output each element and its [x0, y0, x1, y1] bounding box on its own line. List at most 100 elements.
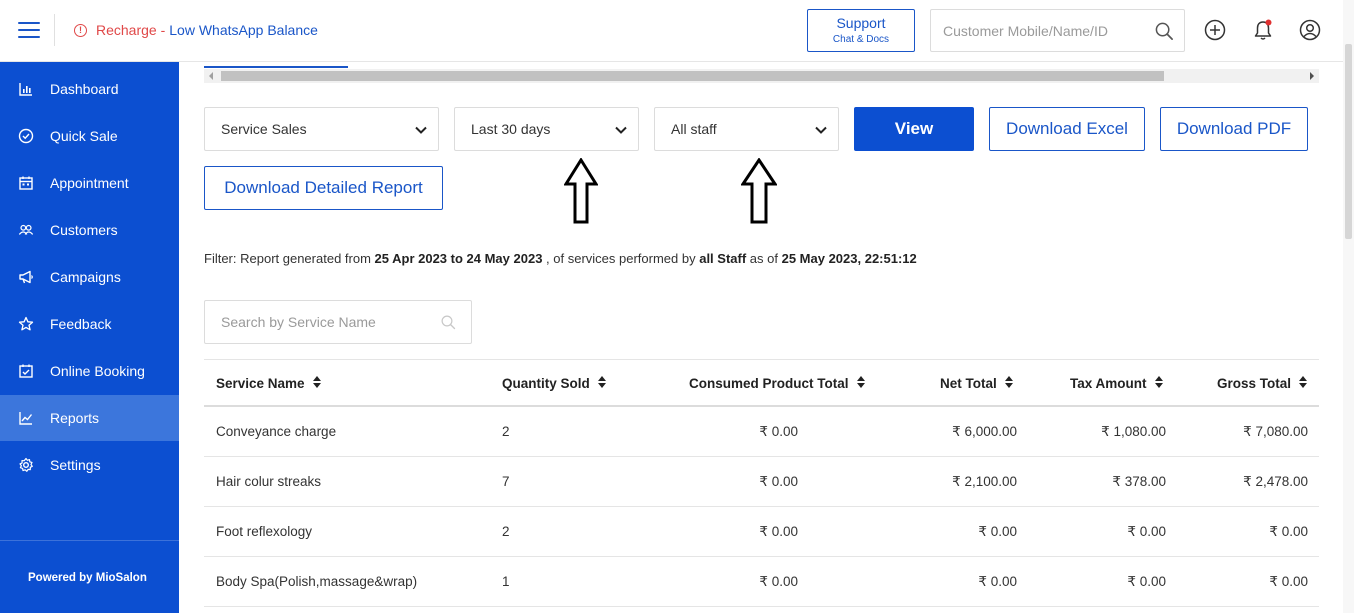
period-select[interactable]: Last 30 days	[454, 107, 639, 151]
sidebar-item-settings[interactable]: Settings	[0, 442, 179, 488]
staff-select[interactable]: All staff	[654, 107, 839, 151]
divider	[54, 14, 55, 46]
table-header: Service Name Quantity Sold Consumed Prod…	[204, 359, 1319, 407]
line-chart-icon	[18, 410, 34, 426]
bell-icon[interactable]	[1252, 19, 1274, 41]
sidebar-item-campaigns[interactable]: Campaigns	[0, 254, 179, 300]
support-sublabel: Chat & Docs	[832, 34, 890, 45]
chevron-down-icon	[614, 123, 628, 140]
sidebar-item-label: Feedback	[50, 316, 112, 332]
menu-icon[interactable]	[18, 22, 40, 40]
filter-prefix: Filter: Report generated from	[204, 251, 375, 266]
sort-icon[interactable]	[1299, 376, 1308, 391]
table-row: Conveyance charge 2 ₹ 0.00 ₹ 6,000.00 ₹ …	[204, 407, 1319, 457]
download-excel-button[interactable]: Download Excel	[989, 107, 1145, 151]
cell-consumed-product-total: ₹ 0.00	[759, 474, 798, 489]
arrow-up-icon	[564, 158, 598, 224]
sidebar-item-label: Reports	[50, 410, 100, 426]
download-pdf-button[interactable]: Download PDF	[1160, 107, 1308, 151]
search-icon[interactable]	[441, 315, 456, 335]
column-header-consumed-product-total[interactable]: Consumed Product Total	[689, 376, 865, 391]
sidebar-item-customers[interactable]: Customers	[0, 207, 179, 253]
cell-tax-amount: ₹ 0.00	[1127, 524, 1166, 539]
sidebar-item-label: Appointment	[50, 175, 129, 191]
service-search-input[interactable]	[205, 301, 425, 343]
cell-tax-amount: ₹ 0.00	[1127, 574, 1166, 589]
filter-middle: , of services performed by	[542, 251, 700, 266]
whatsapp-balance-alert[interactable]: ! Recharge - Low WhatsApp Balance	[74, 22, 318, 38]
cell-gross-total: ₹ 0.00	[1269, 574, 1308, 589]
view-button[interactable]: View	[854, 107, 974, 151]
chevron-down-icon	[814, 123, 828, 140]
sort-icon[interactable]	[1154, 376, 1163, 391]
cell-service-name: Body Spa(Polish,massage&wrap)	[216, 574, 418, 589]
sidebar-item-quick-sale[interactable]: Quick Sale	[0, 113, 179, 159]
column-label: Quantity Sold	[502, 376, 590, 391]
sidebar-item-label: Campaigns	[50, 269, 121, 285]
support-button[interactable]: Support Chat & Docs	[807, 9, 915, 52]
sidebar-item-appointment[interactable]: Appointment	[0, 160, 179, 206]
cell-quantity-sold: 1	[502, 574, 510, 589]
alert-link[interactable]: Low WhatsApp Balance	[169, 22, 318, 38]
search-icon[interactable]	[1155, 22, 1174, 46]
top-bar: ! Recharge - Low WhatsApp Balance Suppor…	[0, 0, 1354, 62]
report-main: Service Sales Last 30 days All staff Vie…	[179, 62, 1354, 613]
column-label: Service Name	[216, 376, 305, 391]
scroll-right-icon[interactable]	[1310, 72, 1314, 80]
cell-service-name: Hair colur streaks	[216, 474, 322, 489]
cell-quantity-sold: 7	[502, 474, 510, 489]
cell-gross-total: ₹ 7,080.00	[1243, 424, 1308, 439]
sidebar-item-dashboard[interactable]: Dashboard	[0, 66, 179, 112]
scrollbar-thumb[interactable]	[221, 71, 1164, 81]
divider	[0, 540, 179, 541]
users-icon	[18, 222, 34, 238]
customer-search-input[interactable]	[931, 10, 1141, 51]
gear-icon	[18, 457, 34, 473]
cell-net-total: ₹ 6,000.00	[952, 424, 1017, 439]
filter-timestamp: 25 May 2023, 22:51:12	[781, 251, 917, 266]
sort-icon[interactable]	[1004, 376, 1013, 391]
table-row: Body Spa(Polish,massage&wrap) 1 ₹ 0.00 ₹…	[204, 557, 1319, 607]
sidebar-item-online-booking[interactable]: Online Booking	[0, 348, 179, 394]
sidebar-item-reports[interactable]: Reports	[0, 395, 179, 441]
alert-prefix: Recharge -	[96, 22, 166, 38]
user-icon[interactable]	[1299, 19, 1321, 41]
sort-icon[interactable]	[312, 376, 321, 391]
column-header-quantity-sold[interactable]: Quantity Sold	[502, 376, 606, 391]
sort-icon[interactable]	[597, 376, 606, 391]
sidebar-item-feedback[interactable]: Feedback	[0, 301, 179, 347]
cell-net-total: ₹ 0.00	[978, 574, 1017, 589]
calendar-icon	[18, 175, 34, 191]
cell-gross-total: ₹ 2,478.00	[1243, 474, 1308, 489]
scroll-left-icon[interactable]	[209, 72, 213, 80]
cell-gross-total: ₹ 0.00	[1269, 524, 1308, 539]
column-header-net-total[interactable]: Net Total	[940, 376, 1013, 391]
cell-consumed-product-total: ₹ 0.00	[759, 524, 798, 539]
sort-icon[interactable]	[856, 376, 865, 391]
add-icon[interactable]	[1204, 19, 1226, 41]
column-header-gross-total[interactable]: Gross Total	[1217, 376, 1308, 391]
cell-net-total: ₹ 2,100.00	[952, 474, 1017, 489]
scrollbar-thumb[interactable]	[1345, 44, 1352, 239]
horizontal-scrollbar[interactable]	[204, 69, 1319, 83]
column-label: Net Total	[940, 376, 997, 391]
sidebar: Dashboard Quick Sale Appointment Custome…	[0, 62, 179, 613]
cell-consumed-product-total: ₹ 0.00	[759, 424, 798, 439]
sidebar-item-label: Dashboard	[50, 81, 119, 97]
calendar-check-icon	[18, 363, 34, 379]
filter-staff: all Staff	[699, 251, 747, 266]
table-row: Foot reflexology 2 ₹ 0.00 ₹ 0.00 ₹ 0.00 …	[204, 507, 1319, 557]
bar-chart-icon	[18, 81, 34, 97]
sidebar-item-label: Customers	[50, 222, 118, 238]
vertical-scrollbar[interactable]	[1343, 0, 1354, 613]
column-header-service-name[interactable]: Service Name	[216, 376, 321, 391]
filter-summary: Filter: Report generated from 25 Apr 202…	[204, 251, 917, 266]
staff-value: All staff	[671, 121, 717, 137]
cell-consumed-product-total: ₹ 0.00	[759, 574, 798, 589]
download-detailed-report-button[interactable]: Download Detailed Report	[204, 166, 443, 210]
column-header-tax-amount[interactable]: Tax Amount	[1070, 376, 1163, 391]
info-icon: !	[74, 23, 87, 37]
active-tab-indicator	[204, 66, 348, 68]
report-type-select[interactable]: Service Sales	[204, 107, 439, 151]
chevron-down-icon	[414, 123, 428, 140]
